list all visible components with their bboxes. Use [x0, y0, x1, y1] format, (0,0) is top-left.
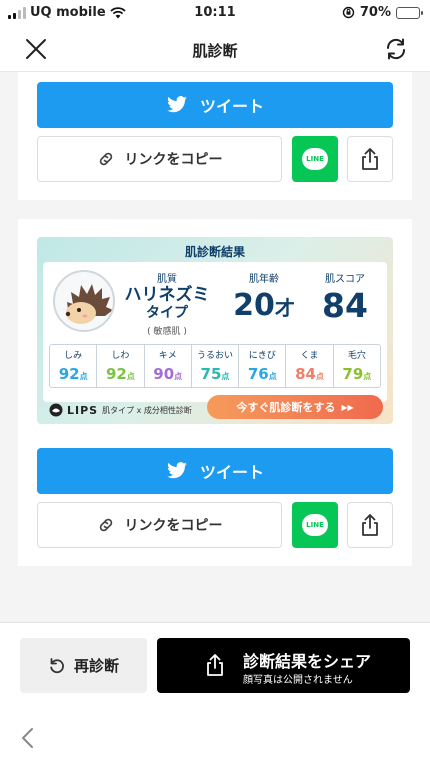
copy-link-button-2[interactable]: リンクをコピー	[37, 502, 282, 548]
copy-link-label: リンクをコピー	[124, 518, 223, 534]
metric-unit: 点	[126, 372, 135, 381]
metric-value: 75点	[192, 365, 238, 383]
skin-age-value: 20才	[219, 288, 309, 323]
share-icon	[207, 654, 223, 676]
metric-number: 79	[342, 365, 364, 383]
app-screen: UQ mobile 10:11 70% 肌診断 ツイート リンクをコピー LIN…	[0, 0, 430, 765]
share-panel-top: ツイート リンクをコピー LINE	[18, 72, 412, 200]
twitter-bird-icon	[167, 462, 187, 479]
metric-cell: しみ 92点	[50, 345, 98, 387]
tweet-label: ツイート	[199, 97, 264, 116]
metric-value: 92点	[97, 365, 143, 383]
metric-cell: 毛穴 79点	[334, 345, 380, 387]
skin-type-value: ハリネズミ タイプ	[117, 286, 217, 322]
tweet-button-2[interactable]: ツイート	[37, 448, 393, 494]
page-title: 肌診断	[192, 42, 238, 60]
line-icon: LINE	[302, 514, 328, 536]
metric-number: 76	[247, 365, 269, 383]
metric-cell: キメ 90点	[145, 345, 192, 387]
system-share-button[interactable]	[347, 136, 393, 182]
line-icon: LINE	[302, 148, 328, 170]
link-icon	[99, 152, 112, 166]
metric-unit: 点	[221, 372, 230, 381]
metric-name: くま	[300, 351, 319, 361]
nav-bar: 肌診断	[0, 26, 430, 72]
system-share-button-2[interactable]	[347, 502, 393, 548]
share-result-title: 診断結果をシェア	[243, 652, 372, 671]
refresh-icon[interactable]	[384, 37, 408, 61]
metric-cell: うるおい 75点	[192, 345, 240, 387]
battery-icon	[396, 6, 423, 19]
start-diagnosis-button[interactable]: 今すぐ肌診断をする ▶▶	[207, 395, 383, 419]
copy-link-label: リンクをコピー	[124, 152, 223, 168]
metric-name: にきび	[248, 351, 276, 361]
result-card-body: 肌質 ハリネズミ タイプ ( 敏感肌 ) 肌年齢 20才 肌スコア 84 しみ 9…	[43, 262, 387, 402]
metric-value: 76点	[239, 365, 285, 383]
rediagnose-label: 再診断	[73, 657, 119, 675]
skin-score-label: 肌スコア	[325, 274, 365, 285]
line-share-button[interactable]: LINE	[292, 136, 338, 182]
hedgehog-illustration	[53, 270, 115, 332]
metric-unit: 点	[79, 372, 88, 381]
link-icon	[99, 518, 112, 532]
metric-name: しわ	[111, 351, 130, 361]
result-card-title: 肌診断結果	[184, 245, 245, 259]
battery-percent: 70%	[359, 5, 391, 20]
brand-name: LIPS	[67, 403, 99, 417]
lips-logo-icon	[49, 403, 63, 417]
result-card: 肌診断結果 肌質 ハリネズミ タイプ ( 敏感肌 ) 肌年齢 20才 肌スコア	[37, 237, 393, 424]
metric-unit: 点	[174, 372, 183, 381]
metric-value: 84点	[286, 365, 332, 383]
metric-name: うるおい	[196, 351, 233, 361]
line-share-button-2[interactable]: LINE	[292, 502, 338, 548]
metric-grid: しみ 92点 しわ 92点 キメ 90点 うるおい 75点 にきび 76点 くま 84点 毛…	[49, 344, 381, 388]
metric-value: 79点	[334, 365, 380, 383]
metric-cell: にきび 76点	[239, 345, 287, 387]
status-bar: UQ mobile 10:11 70%	[0, 0, 430, 26]
metric-unit: 点	[315, 372, 324, 381]
skin-subtype: ( 敏感肌 )	[147, 327, 187, 337]
skin-type-label: 肌質	[157, 274, 177, 285]
copy-link-button[interactable]: リンクをコピー	[37, 136, 282, 182]
skin-type-line2: タイプ	[146, 305, 188, 321]
back-chevron-icon[interactable]	[18, 726, 38, 750]
metric-unit: 点	[268, 372, 277, 381]
metric-number: 75	[200, 365, 222, 383]
rotation-lock-icon	[342, 6, 355, 19]
cta-label: 今すぐ肌診断をする	[236, 401, 336, 414]
status-right: 70%	[342, 5, 423, 20]
bottom-toolbar	[0, 708, 430, 765]
cta-arrows: ▶▶	[341, 402, 354, 412]
bottom-action-bar: 再診断 診断結果をシェア 顔写真は公開されません	[0, 622, 430, 708]
tweet-label: ツイート	[199, 463, 264, 482]
share-icon	[362, 514, 378, 536]
retry-icon	[50, 657, 64, 673]
share-result-button[interactable]: 診断結果をシェア 顔写真は公開されません	[157, 638, 410, 693]
metric-number: 90	[153, 365, 175, 383]
skin-age-label: 肌年齢	[249, 274, 279, 285]
skin-age-unit: 才	[274, 296, 295, 320]
metric-number: 84	[295, 365, 316, 383]
metric-number: 92	[58, 365, 80, 383]
metric-name: しみ	[64, 351, 83, 361]
metric-cell: しわ 92点	[97, 345, 145, 387]
skin-type-line1: ハリネズミ	[124, 285, 210, 305]
skin-age-number: 20	[233, 288, 275, 323]
metric-value: 92点	[50, 365, 96, 383]
tweet-button[interactable]: ツイート	[37, 82, 393, 128]
brand-footer: LIPS 肌タイプ x 成分相性診断	[49, 403, 192, 417]
metric-value: 90点	[145, 365, 191, 383]
metric-name: 毛穴	[347, 351, 366, 361]
skin-score-value: 84	[322, 286, 368, 325]
metric-number: 92	[105, 365, 127, 383]
share-result-subtitle: 顔写真は公開されません	[243, 675, 353, 686]
metric-unit: 点	[363, 372, 372, 381]
twitter-bird-icon	[167, 96, 187, 113]
metric-name: キメ	[158, 351, 177, 361]
brand-tagline: 肌タイプ x 成分相性診断	[102, 405, 192, 415]
metric-cell: くま 84点	[286, 345, 334, 387]
rediagnose-button[interactable]: 再診断	[20, 638, 147, 693]
share-icon	[362, 148, 378, 170]
